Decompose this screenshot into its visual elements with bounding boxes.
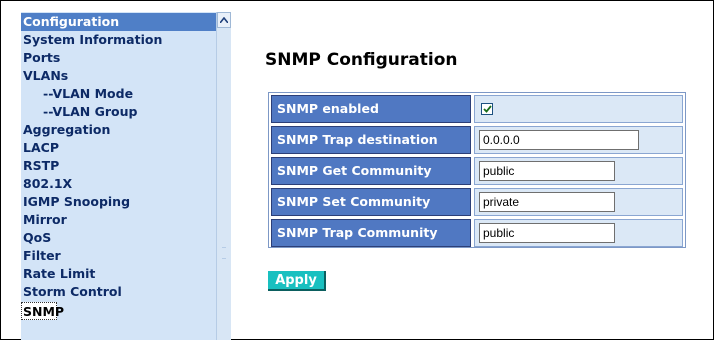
scroll-grip-icon[interactable] (222, 247, 226, 259)
sidebar-item-vlan-mode[interactable]: --VLAN Mode (21, 85, 216, 103)
row-set-community: SNMP Set Community (271, 188, 683, 216)
trap-destination-cell (474, 126, 683, 154)
sidebar-item-filter[interactable]: Filter (21, 247, 216, 265)
sidebar-item-vlans[interactable]: VLANs (21, 67, 216, 85)
sidebar-item-lacp[interactable]: LACP (21, 139, 216, 157)
trap-community-input[interactable] (479, 223, 615, 243)
sidebar-item-snmp[interactable]: SNMP (21, 302, 64, 320)
sidebar-nav: Configuration System Information Ports V… (21, 12, 231, 340)
sidebar-header[interactable]: Configuration (21, 13, 216, 31)
scroll-up-button[interactable] (217, 12, 231, 28)
sidebar-item-ports[interactable]: Ports (21, 49, 216, 67)
get-community-label: SNMP Get Community (271, 157, 471, 185)
set-community-label: SNMP Set Community (271, 188, 471, 216)
trap-destination-input[interactable] (479, 130, 639, 150)
sidebar-item-rate-limit[interactable]: Rate Limit (21, 265, 216, 283)
set-community-cell (474, 188, 683, 216)
sidebar-item-storm-control[interactable]: Storm Control (21, 283, 216, 301)
row-snmp-enabled: SNMP enabled (271, 95, 683, 123)
sidebar-scrollbar[interactable] (216, 12, 231, 340)
trap-community-cell (474, 219, 683, 247)
snmp-enabled-checkbox[interactable] (481, 103, 493, 115)
row-trap-community: SNMP Trap Community (271, 219, 683, 247)
sidebar-item-igmp-snooping[interactable]: IGMP Snooping (21, 193, 216, 211)
trap-community-label: SNMP Trap Community (271, 219, 471, 247)
sidebar-item-rstp[interactable]: RSTP (21, 157, 216, 175)
sidebar-item-qos[interactable]: QoS (21, 229, 216, 247)
row-get-community: SNMP Get Community (271, 157, 683, 185)
snmp-enabled-cell (474, 95, 683, 123)
sidebar-item-aggregation[interactable]: Aggregation (21, 121, 216, 139)
get-community-input[interactable] (479, 161, 615, 181)
set-community-input[interactable] (479, 192, 615, 212)
row-trap-destination: SNMP Trap destination (271, 126, 683, 154)
sidebar-item-vlan-group[interactable]: --VLAN Group (21, 103, 216, 121)
trap-destination-label: SNMP Trap destination (271, 126, 471, 154)
sidebar-item-8021x[interactable]: 802.1X (21, 175, 216, 193)
snmp-config-table: SNMP enabled SNMP Trap destination SNMP … (268, 92, 686, 248)
checkmark-icon (482, 105, 492, 113)
sidebar-item-mirror[interactable]: Mirror (21, 211, 216, 229)
sidebar-item-system-information[interactable]: System Information (21, 31, 216, 49)
chevron-up-icon (220, 17, 228, 23)
snmp-enabled-label: SNMP enabled (271, 95, 471, 123)
get-community-cell (474, 157, 683, 185)
page-title: SNMP Configuration (265, 50, 458, 70)
apply-button[interactable]: Apply (268, 271, 326, 291)
